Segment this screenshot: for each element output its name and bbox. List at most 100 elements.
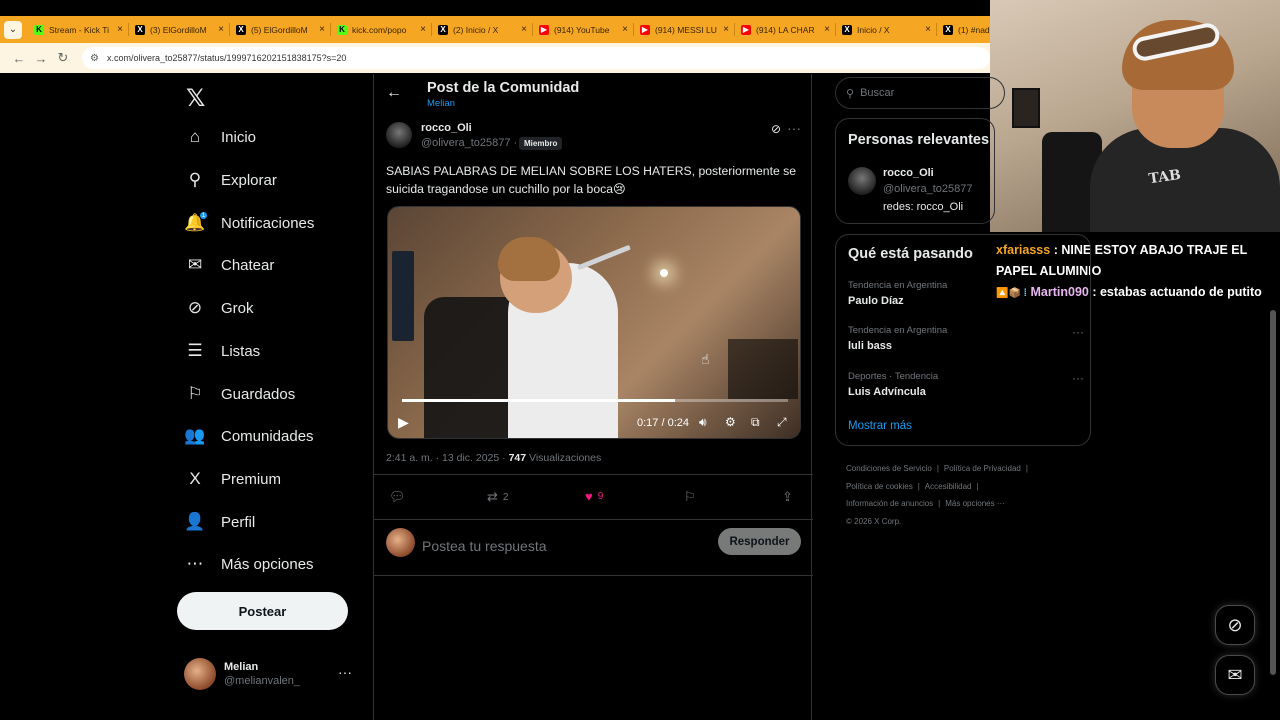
- more-dots-icon[interactable]: ···: [1072, 371, 1084, 385]
- account-switcher[interactable]: Melian @melianvalen_ ···: [184, 654, 374, 694]
- more-dots-icon[interactable]: ···: [338, 664, 352, 680]
- footer-link[interactable]: Condiciones de Servicio: [846, 464, 932, 473]
- nav-item-explorar[interactable]: ⚲ Explorar: [184, 160, 277, 200]
- nav-item-perfil[interactable]: 👤 Perfil: [184, 502, 255, 542]
- trend-item[interactable]: Deportes · Tendencia Luis Advíncula ···: [848, 371, 1084, 398]
- webcam-overlay: TAB: [990, 0, 1280, 232]
- trend-item[interactable]: Tendencia en Argentina luli bass ···: [848, 325, 1084, 352]
- video-player[interactable]: ▶ 0:17 / 0:24 🔊︎ ⚙ ⧉ ⤢: [387, 206, 801, 439]
- footer-link[interactable]: Política de cookies: [846, 482, 913, 491]
- nav-item-más-opciones[interactable]: ⋯ Más opciones: [184, 544, 314, 584]
- trend-topic: Luis Advíncula: [848, 386, 926, 398]
- tab-favicon-icon: X: [236, 24, 246, 35]
- show-more-link[interactable]: Mostrar más: [848, 420, 912, 432]
- tab-close-icon[interactable]: ×: [622, 24, 628, 35]
- communities-icon: 👥: [184, 426, 206, 445]
- nav-item-comunidades[interactable]: 👥 Comunidades: [184, 416, 313, 456]
- video-time: 0:17 / 0:24: [637, 417, 690, 429]
- tab-close-icon[interactable]: ×: [521, 24, 527, 35]
- footer-link[interactable]: Más opciones ···: [945, 499, 1005, 508]
- browser-tab[interactable]: X Inicio / X ×: [836, 16, 937, 43]
- tab-close-icon[interactable]: ×: [218, 24, 224, 35]
- tab-close-icon[interactable]: ×: [723, 24, 729, 35]
- tab-list-chevron-icon[interactable]: ⌄: [4, 20, 22, 39]
- community-link[interactable]: Melian: [427, 98, 455, 109]
- footer-link[interactable]: Información de anuncios: [846, 499, 933, 508]
- footer-link[interactable]: Accesibilidad: [925, 482, 972, 491]
- browser-tab[interactable]: K Stream - Kick Ti ×: [28, 16, 129, 43]
- reply-button[interactable]: Responder: [718, 528, 801, 555]
- relevant-user-handle[interactable]: @olivera_to25877: [883, 183, 972, 195]
- search-input[interactable]: ⚲ Buscar: [835, 77, 1005, 109]
- volume-icon[interactable]: 🔊︎: [699, 415, 707, 430]
- tab-title: (914) MESSI LU: [655, 24, 717, 35]
- post-button[interactable]: Postear: [177, 592, 348, 630]
- tab-close-icon[interactable]: ×: [824, 24, 830, 35]
- footer-link[interactable]: Política de Privacidad: [944, 464, 1021, 473]
- forward-arrow-icon[interactable]: →: [30, 51, 52, 66]
- tab-close-icon[interactable]: ×: [319, 24, 325, 35]
- browser-tab[interactable]: ▶ (914) YouTube ×: [533, 16, 634, 43]
- reply-icon[interactable]: 💬︎: [389, 489, 406, 505]
- back-arrow-icon[interactable]: ←: [386, 84, 402, 102]
- search-icon: ⚲: [846, 87, 855, 100]
- nav-item-label: Chatear: [221, 256, 275, 274]
- relevant-user-avatar[interactable]: [848, 167, 876, 195]
- reply-input[interactable]: Postea tu respuesta: [422, 538, 547, 554]
- reply-composer: Postea tu respuesta Responder: [374, 520, 813, 576]
- nav-item-listas[interactable]: ☰ Listas: [184, 331, 260, 371]
- browser-tab-bar: ⌄ K Stream - Kick Ti × X (3) ElGordilloM × X (5…: [0, 16, 990, 43]
- x-premium-icon: X: [189, 469, 201, 488]
- fullscreen-icon[interactable]: ⤢: [777, 415, 787, 430]
- chat-text: estabas actuando de putito: [1099, 285, 1262, 299]
- back-arrow-icon[interactable]: ←: [8, 51, 30, 66]
- url-input[interactable]: ⚙ x.com/olivera_to25877/status/199971620…: [82, 47, 990, 69]
- nav-item-guardados[interactable]: ⚐ Guardados: [184, 374, 295, 414]
- browser-tab[interactable]: ▶ (914) LA CHAR ×: [735, 16, 836, 43]
- like-button[interactable]: ♥ 9: [585, 489, 603, 504]
- grok-icon[interactable]: ⊘: [771, 122, 781, 136]
- more-dots-icon[interactable]: ···: [1072, 325, 1084, 339]
- account-name: Melian: [224, 661, 259, 673]
- nav-item-label: Inicio: [221, 128, 257, 146]
- more-dots-icon[interactable]: ···: [787, 120, 801, 136]
- video-progress-bar[interactable]: [402, 399, 788, 402]
- post-timestamp[interactable]: 2:41 a. m. · 13 dic. 2025 ·: [386, 452, 509, 464]
- browser-tab[interactable]: X (5) ElGordilloM ×: [230, 16, 331, 43]
- share-icon[interactable]: ⇪: [782, 489, 793, 505]
- nav-item-label: Explorar: [221, 171, 277, 189]
- video-controls: ▶ 0:17 / 0:24 🔊︎ ⚙ ⧉ ⤢: [388, 412, 800, 436]
- author-name[interactable]: rocco_Oli: [421, 122, 472, 134]
- tab-close-icon[interactable]: ×: [420, 24, 426, 35]
- browser-tab[interactable]: X(1) #nadie×: [937, 16, 990, 43]
- trend-item[interactable]: Tendencia en Argentina Paulo Díaz: [848, 280, 1084, 307]
- address-bar: ← → ↻ ⚙ x.com/olivera_to25877/status/199…: [0, 43, 990, 73]
- nav-item-grok[interactable]: ⊘ Grok: [184, 288, 254, 328]
- x-logo-icon[interactable]: 𝕏: [186, 84, 205, 113]
- pip-icon[interactable]: ⧉: [751, 415, 760, 430]
- list-icon: ☰: [187, 341, 203, 360]
- grok-float-button[interactable]: ⊘: [1215, 605, 1255, 645]
- tab-favicon-icon: X: [135, 24, 145, 35]
- relevant-user-name[interactable]: rocco_Oli: [883, 167, 934, 179]
- bookmark-icon[interactable]: ⚐: [684, 489, 696, 505]
- author-handle[interactable]: @olivera_to25877 ·: [421, 137, 517, 149]
- browser-tab[interactable]: ▶ (914) MESSI LU ×: [634, 16, 735, 43]
- nav-item-inicio[interactable]: ⌂ Inicio: [184, 117, 256, 157]
- nav-item-premium[interactable]: X Premium: [184, 459, 281, 499]
- tab-close-icon[interactable]: ×: [117, 24, 123, 35]
- nav-item-notificaciones[interactable]: 🔔 Notificaciones 1: [184, 203, 314, 243]
- play-icon[interactable]: ▶: [398, 414, 409, 431]
- messages-float-button[interactable]: ✉: [1215, 655, 1255, 695]
- tab-close-icon[interactable]: ×: [925, 24, 931, 35]
- repost-button[interactable]: ⇄ 2: [487, 489, 508, 505]
- reload-icon[interactable]: ↻: [52, 50, 74, 66]
- site-settings-icon[interactable]: ⚙: [90, 53, 99, 64]
- browser-tab[interactable]: X (3) ElGordilloM ×: [129, 16, 230, 43]
- browser-tab[interactable]: X (2) Inicio / X ×: [432, 16, 533, 43]
- nav-item-chatear[interactable]: ✉ Chatear: [184, 245, 275, 285]
- settings-gear-icon[interactable]: ⚙: [725, 415, 736, 429]
- page-scrollbar[interactable]: [1270, 310, 1276, 675]
- browser-tab[interactable]: Kkick.com/popo ×: [331, 16, 432, 43]
- author-avatar[interactable]: [386, 122, 412, 148]
